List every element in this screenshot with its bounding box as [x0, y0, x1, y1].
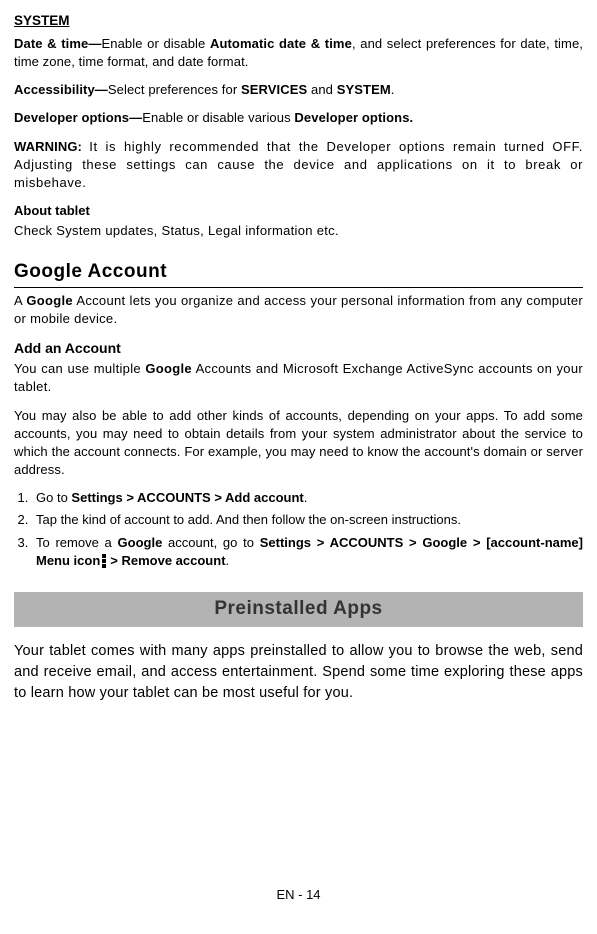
date-time-bold1: Automatic date & time [210, 36, 352, 51]
google-intro: A Google Account lets you organize and a… [14, 292, 583, 328]
date-time-label: Date & time— [14, 36, 101, 51]
accessibility-bold1: SERVICES [241, 82, 307, 97]
step1-pre: Go to [36, 490, 71, 505]
add-account-para1: You can use multiple Google Accounts and… [14, 360, 583, 396]
google-intro-bold1: Google [26, 293, 73, 308]
developer-label: Developer options— [14, 110, 142, 125]
page-footer: EN - 14 [0, 886, 597, 904]
step1-bold: Settings > ACCOUNTS > Add account [71, 490, 303, 505]
date-time-pre: Enable or disable [101, 36, 210, 51]
accessibility-post: . [391, 82, 395, 97]
accessibility-pre: Select preferences for [108, 82, 241, 97]
add-account-para2: You may also be able to add other kinds … [14, 407, 583, 480]
date-time-para: Date & time—Enable or disable Automatic … [14, 35, 583, 71]
add-account-para1-bold1: Google [145, 361, 192, 376]
google-account-heading: Google Account [14, 259, 583, 289]
developer-bold1: Developer options. [294, 110, 413, 125]
steps-list: Go to Settings > ACCOUNTS > Add account.… [14, 489, 583, 570]
about-tablet-text: Check System updates, Status, Legal info… [14, 222, 583, 240]
add-account-para1-pre: You can use multiple [14, 361, 145, 376]
system-heading: SYSTEM [14, 12, 583, 31]
accessibility-label: Accessibility— [14, 82, 108, 97]
list-item: To remove a Google account, go to Settin… [32, 534, 583, 570]
preinstalled-text: Your tablet comes with many apps preinst… [14, 641, 583, 704]
step3-bold3: > Remove account [110, 553, 225, 568]
warning-label: WARNING: [14, 139, 89, 154]
list-item: Tap the kind of account to add. And then… [32, 511, 583, 529]
developer-pre: Enable or disable various [142, 110, 294, 125]
google-intro-post: Account lets you organize and access you… [14, 293, 583, 326]
accessibility-bold2: SYSTEM [337, 82, 391, 97]
step3-bold1: Google [118, 535, 163, 550]
google-intro-pre: A [14, 293, 26, 308]
add-account-heading: Add an Account [14, 339, 583, 359]
menu-icon [102, 553, 108, 569]
step3-pre: To remove a [36, 535, 118, 550]
developer-para: Developer options—Enable or disable vari… [14, 109, 583, 127]
about-tablet-heading: About tablet [14, 202, 583, 220]
accessibility-mid: and [307, 82, 336, 97]
warning-para: WARNING: It is highly recommended that t… [14, 138, 583, 193]
preinstalled-heading: Preinstalled Apps [14, 592, 583, 627]
step3-mid1: account, go to [162, 535, 259, 550]
step1-post: . [304, 490, 308, 505]
accessibility-para: Accessibility—Select preferences for SER… [14, 81, 583, 99]
step3-post: . [226, 553, 230, 568]
warning-text: It is highly recommended that the Develo… [14, 139, 583, 190]
list-item: Go to Settings > ACCOUNTS > Add account. [32, 489, 583, 507]
